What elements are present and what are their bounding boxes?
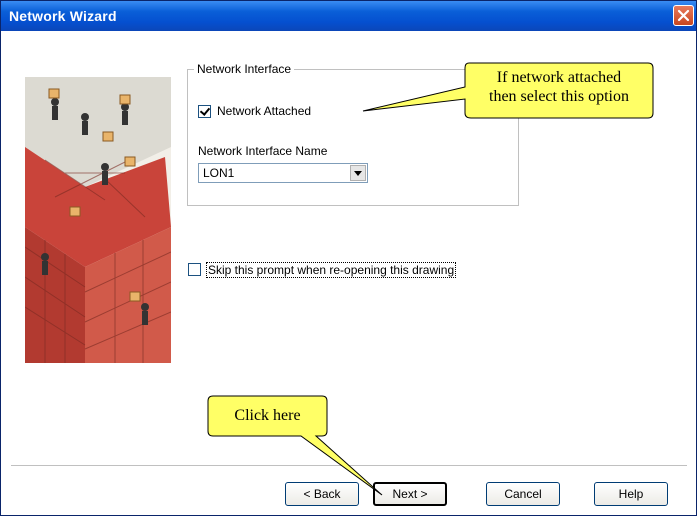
- network-tip-line1: If network attached: [496, 69, 622, 86]
- click-here-text: Click here: [234, 407, 301, 424]
- network-wizard-window: Network Wizard Network Interface Network…: [0, 0, 697, 516]
- network-tip-text: If network attached then select this opt…: [467, 68, 651, 106]
- network-tip-line2: then select this option: [489, 88, 629, 105]
